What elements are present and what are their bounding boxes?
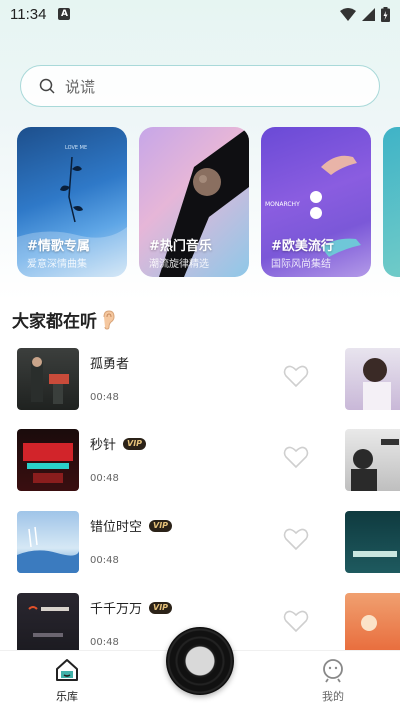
song-cover	[17, 593, 79, 655]
playlist-carousel[interactable]: LOVE ME #情歌专属 爱意深情曲集 #热门音乐 潮流旋律精选 MONARC…	[17, 127, 400, 277]
status-icons	[340, 6, 390, 22]
card-title: #情歌专属	[27, 239, 90, 254]
card-subtitle: 国际风尚集结	[271, 259, 331, 270]
song-duration: 00:48	[90, 637, 119, 648]
song-cover-partial[interactable]	[345, 348, 400, 410]
search-input[interactable]: 说谎	[20, 65, 380, 107]
heart-icon[interactable]	[283, 445, 309, 469]
search-icon	[39, 78, 55, 94]
card-title: #热门音乐	[149, 239, 212, 254]
playlist-card-partial[interactable]	[383, 127, 400, 277]
heart-icon[interactable]	[283, 609, 309, 633]
nav-mine-label: 我的	[322, 690, 344, 703]
ear-icon	[103, 309, 115, 330]
song-duration: 00:48	[90, 555, 119, 566]
song-cover	[17, 429, 79, 491]
song-title: 孤勇者	[90, 353, 129, 372]
song-title: 千千万万 VIP	[90, 598, 173, 617]
heart-icon[interactable]	[283, 364, 309, 388]
heart-icon[interactable]	[283, 527, 309, 551]
song-title-text: 千千万万	[90, 602, 143, 617]
song-item[interactable]: 秒针 VIP 00:48	[17, 429, 317, 491]
battery-icon	[381, 6, 390, 22]
song-title-text: 孤勇者	[90, 357, 130, 372]
song-item[interactable]: 孤勇者 00:48	[17, 348, 317, 410]
svg-text:LOVE ME: LOVE ME	[65, 145, 87, 151]
song-title-text: 错位时空	[90, 520, 143, 535]
vip-badge: VIP	[149, 601, 173, 614]
notification-icon: A	[58, 8, 71, 20]
song-title: 秒针 VIP	[90, 434, 147, 453]
signal-icon	[362, 7, 375, 21]
nav-library-label: 乐库	[56, 690, 78, 703]
wifi-icon	[340, 7, 356, 21]
now-playing-record[interactable]	[166, 627, 234, 695]
song-cover-partial[interactable]	[345, 429, 400, 491]
song-cover	[17, 348, 79, 410]
song-cover	[17, 511, 79, 573]
card-title: #欧美流行	[271, 239, 334, 254]
section-title-text: 大家都在听	[12, 312, 97, 332]
user-icon	[323, 659, 343, 683]
song-duration: 00:48	[90, 392, 119, 403]
home-icon	[56, 659, 78, 681]
status-bar: 11:34 A	[0, 0, 400, 28]
nav-tab-mine[interactable]: 我的	[313, 657, 353, 704]
song-duration: 00:48	[90, 473, 119, 484]
song-item[interactable]: 千千万万 VIP 00:48	[17, 593, 317, 655]
status-time: 11:34	[10, 5, 47, 23]
search-placeholder: 说谎	[65, 77, 96, 96]
playlist-card-love[interactable]: LOVE ME #情歌专属 爱意深情曲集	[17, 127, 127, 277]
song-title-text: 秒针	[90, 438, 117, 453]
song-title: 错位时空 VIP	[90, 516, 173, 535]
song-cover-partial[interactable]	[345, 593, 400, 655]
card-subtitle: 潮流旋律精选	[149, 259, 209, 270]
svg-text:MONARCHY: MONARCHY	[265, 201, 300, 208]
nav-tab-library[interactable]: 乐库	[47, 657, 87, 704]
playlist-card-western[interactable]: MONARCHY #欧美流行 国际风尚集结	[261, 127, 371, 277]
playlist-card-hot[interactable]: #热门音乐 潮流旋律精选	[139, 127, 249, 277]
song-cover-partial[interactable]	[345, 511, 400, 573]
card-subtitle: 爱意深情曲集	[27, 259, 87, 270]
vip-badge: VIP	[149, 519, 173, 532]
song-item[interactable]: 错位时空 VIP 00:48	[17, 511, 317, 573]
section-title: 大家都在听	[12, 307, 117, 332]
vip-badge: VIP	[123, 437, 147, 450]
